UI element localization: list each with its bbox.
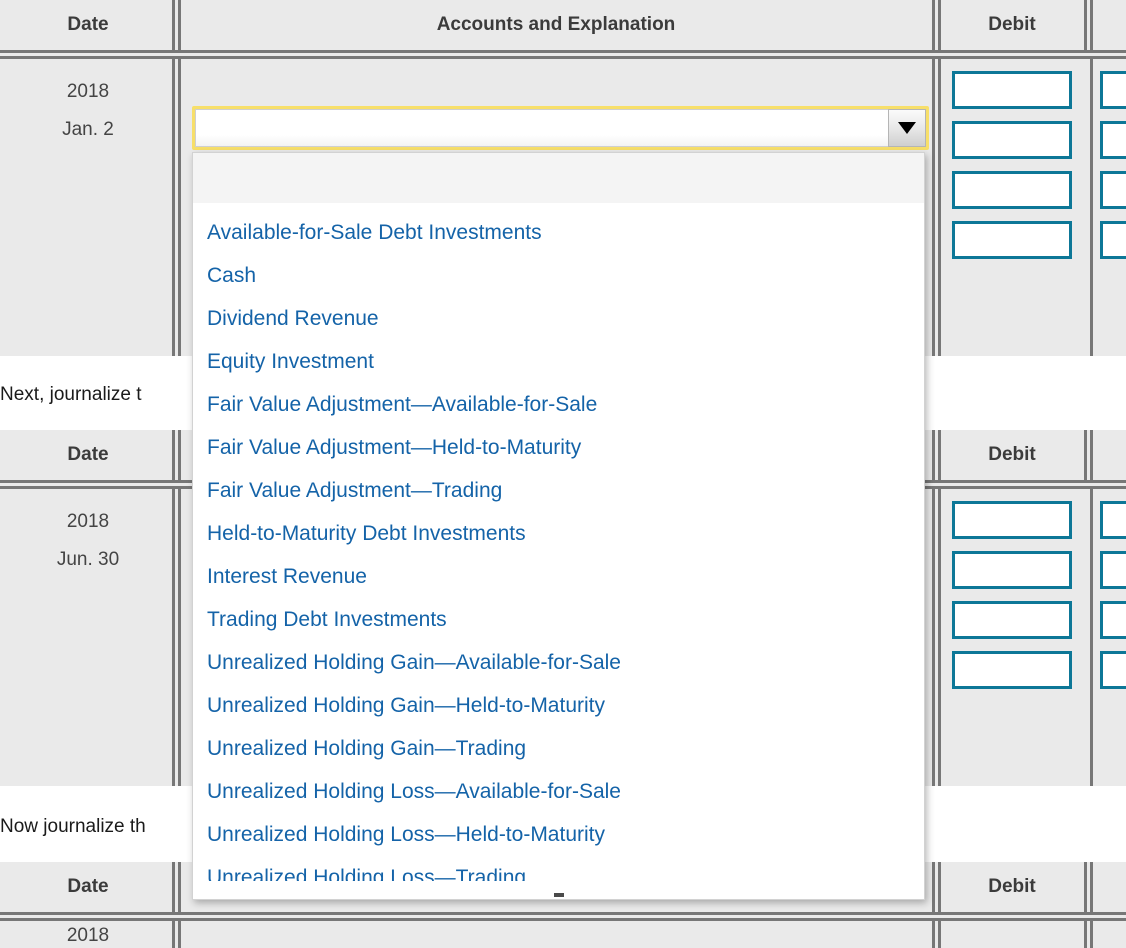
debit-input-wrap	[936, 109, 1088, 159]
dropdown-option[interactable]: Trading Debt Investments	[193, 598, 924, 641]
column-header-debit-label: Debit	[988, 876, 1036, 897]
credit-input[interactable]	[1100, 501, 1126, 539]
credit-input-wrap	[1088, 159, 1126, 209]
dropdown-spacer	[193, 203, 924, 211]
debit-input[interactable]	[952, 171, 1072, 209]
date-cell: 2018 Jun. 30	[0, 489, 176, 786]
account-options-dropdown[interactable]: Available-for-Sale Debt Investments Cash D…	[192, 152, 925, 900]
dropdown-option[interactable]: Cash	[193, 254, 924, 297]
column-header-credit	[1084, 0, 1126, 50]
accounts-cell	[172, 921, 936, 948]
dropdown-option[interactable]: Fair Value Adjustment—Held-to-Maturity	[193, 426, 924, 469]
debit-input[interactable]	[952, 221, 1072, 259]
dropdown-option[interactable]: Unrealized Holding Loss—Held-to-Maturity	[193, 813, 924, 856]
dropdown-option[interactable]: Equity Investment	[193, 340, 924, 383]
column-header-accounts: Accounts and Explanation	[172, 0, 936, 50]
debit-input-wrap	[936, 209, 1088, 259]
credit-input-wrap	[1088, 109, 1126, 159]
column-header-debit: Debit	[932, 0, 1088, 50]
header-bottom-rule	[0, 912, 1126, 921]
dropdown-option[interactable]: Unrealized Holding Gain—Held-to-Maturity	[193, 684, 924, 727]
debit-input-wrap	[936, 59, 1088, 109]
dropdown-option[interactable]: Held-to-Maturity Debt Investments	[193, 512, 924, 555]
credit-cell	[1084, 921, 1126, 948]
dropdown-option[interactable]: Fair Value Adjustment—Available-for-Sale	[193, 383, 924, 426]
credit-cell	[1088, 489, 1126, 786]
column-header-debit-label: Debit	[988, 444, 1036, 465]
column-header-credit	[1084, 862, 1126, 912]
dropdown-option[interactable]: Fair Value Adjustment—Trading	[193, 469, 924, 512]
debit-input[interactable]	[952, 551, 1072, 589]
date-day: Jan. 2	[62, 119, 114, 140]
date-year: 2018	[66, 511, 110, 532]
dropdown-option-blank[interactable]	[193, 153, 924, 203]
credit-cell	[1088, 59, 1126, 356]
credit-input-wrap	[1088, 209, 1126, 259]
chevron-down-glyph	[898, 122, 916, 134]
table-header-row: Date Accounts and Explanation Debit	[0, 0, 1126, 50]
debit-input-wrap	[936, 159, 1088, 209]
column-header-date: Date	[0, 862, 176, 912]
debit-input[interactable]	[952, 121, 1072, 159]
dropdown-option[interactable]: Unrealized Holding Gain—Available-for-Sa…	[193, 641, 924, 684]
debit-input-wrap	[936, 539, 1088, 589]
date-year: 2018	[66, 81, 110, 102]
dropdown-scroll-indicator[interactable]	[193, 881, 924, 899]
credit-input[interactable]	[1100, 121, 1126, 159]
column-header-accounts-label: Accounts and Explanation	[436, 14, 676, 35]
table-body-row: 2018	[0, 921, 1126, 948]
credit-input-wrap	[1088, 59, 1126, 109]
scroll-down-icon	[553, 893, 564, 897]
date-day: Jun. 30	[56, 549, 120, 570]
column-header-debit: Debit	[932, 862, 1088, 912]
credit-input[interactable]	[1100, 651, 1126, 689]
account-select[interactable]	[192, 106, 929, 150]
journal-entry-page: Date Accounts and Explanation Debit 2018…	[0, 0, 1126, 948]
debit-input[interactable]	[952, 501, 1072, 539]
credit-input-wrap	[1088, 489, 1126, 539]
dropdown-option[interactable]: Unrealized Holding Gain—Trading	[193, 727, 924, 770]
chevron-down-icon[interactable]	[888, 109, 926, 147]
date-cell: 2018	[0, 921, 176, 948]
credit-input[interactable]	[1100, 171, 1126, 209]
debit-input[interactable]	[952, 71, 1072, 109]
credit-input[interactable]	[1100, 551, 1126, 589]
dropdown-option[interactable]: Unrealized Holding Loss—Available-for-Sa…	[193, 770, 924, 813]
credit-input-wrap	[1088, 639, 1126, 689]
column-header-debit: Debit	[932, 430, 1088, 480]
column-header-credit	[1084, 430, 1126, 480]
debit-input[interactable]	[952, 601, 1072, 639]
credit-input[interactable]	[1100, 601, 1126, 639]
dropdown-option[interactable]: Dividend Revenue	[193, 297, 924, 340]
column-header-date: Date	[0, 430, 176, 480]
credit-input[interactable]	[1100, 71, 1126, 109]
debit-cell	[932, 59, 1088, 356]
date-cell: 2018 Jan. 2	[0, 59, 176, 356]
debit-input[interactable]	[952, 651, 1072, 689]
credit-input-wrap	[1088, 589, 1126, 639]
dropdown-option[interactable]: Available-for-Sale Debt Investments	[193, 211, 924, 254]
debit-input-wrap	[936, 489, 1088, 539]
column-header-date: Date	[0, 0, 176, 50]
header-bottom-rule	[0, 50, 1126, 59]
account-select-value[interactable]	[195, 109, 888, 147]
debit-cell	[932, 921, 1088, 948]
debit-input-wrap	[936, 589, 1088, 639]
dropdown-option-list: Available-for-Sale Debt Investments Cash D…	[193, 211, 924, 899]
dropdown-option[interactable]: Interest Revenue	[193, 555, 924, 598]
debit-cell	[932, 489, 1088, 786]
column-header-debit-label: Debit	[988, 14, 1036, 35]
debit-input-wrap	[936, 639, 1088, 689]
credit-input[interactable]	[1100, 221, 1126, 259]
credit-input-wrap	[1088, 539, 1126, 589]
